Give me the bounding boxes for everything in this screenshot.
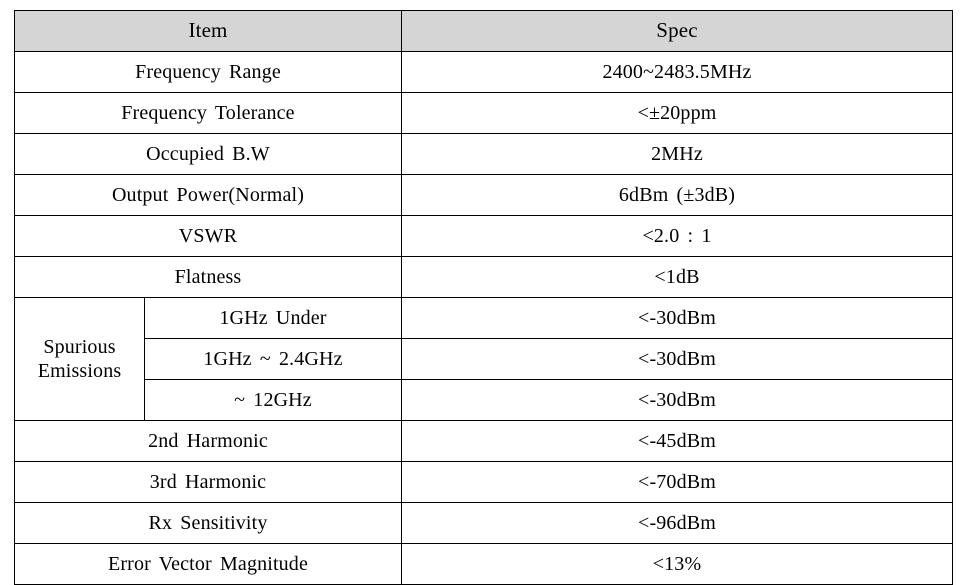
column-header-item: Item <box>14 10 402 52</box>
item-label: Flatness <box>14 256 402 298</box>
group-label-spurious-emissions: Spurious Emissions <box>14 297 145 421</box>
spec-value: <-45dBm <box>401 420 953 462</box>
item-label: Occupied B.W <box>14 133 402 175</box>
table-row: Flatness <1dB <box>14 256 953 298</box>
spec-value: <-30dBm <box>401 379 953 421</box>
spec-value: 6dBm (±3dB) <box>401 174 953 216</box>
spec-value: 2400~2483.5MHz <box>401 51 953 93</box>
table-row: VSWR <2.0 : 1 <box>14 215 953 257</box>
item-label: Output Power(Normal) <box>14 174 402 216</box>
spec-value: <2.0 : 1 <box>401 215 953 257</box>
table-row: Frequency Tolerance <±20ppm <box>14 92 953 134</box>
table-row: Error Vector Magnitude <13% <box>14 543 953 585</box>
item-label: 1GHz ~ 2.4GHz <box>144 338 402 380</box>
table-row: Output Power(Normal) 6dBm (±3dB) <box>14 174 953 216</box>
item-label: 2nd Harmonic <box>14 420 402 462</box>
spec-value: <1dB <box>401 256 953 298</box>
item-label: Error Vector Magnitude <box>14 543 402 585</box>
table-row: Occupied B.W 2MHz <box>14 133 953 175</box>
table-row: 2nd Harmonic <-45dBm <box>14 420 953 462</box>
item-label: Frequency Tolerance <box>14 92 402 134</box>
table-row: Spurious Emissions 1GHz Under <-30dBm <box>14 297 953 421</box>
table-row: ~ 12GHz <-30dBm <box>15 379 953 421</box>
rf-specification-table: Item Spec Frequency Range 2400~2483.5MHz… <box>14 10 953 585</box>
spec-table-container: Item Spec Frequency Range 2400~2483.5MHz… <box>14 10 953 585</box>
table-row: Rx Sensitivity <-96dBm <box>14 502 953 544</box>
item-label: 1GHz Under <box>144 297 402 339</box>
spec-value: <±20ppm <box>401 92 953 134</box>
table-header: Item Spec <box>14 10 953 52</box>
table-row: 1GHz ~ 2.4GHz <-30dBm <box>15 338 953 380</box>
item-label: 3rd Harmonic <box>14 461 402 503</box>
spec-value: 2MHz <box>401 133 953 175</box>
item-label: VSWR <box>14 215 402 257</box>
header-row: Item Spec <box>14 10 953 52</box>
spec-value: <-70dBm <box>401 461 953 503</box>
item-label: Rx Sensitivity <box>14 502 402 544</box>
table-row: 3rd Harmonic <-70dBm <box>14 461 953 503</box>
table-body: Frequency Range 2400~2483.5MHz Frequency… <box>14 51 953 585</box>
item-label: Frequency Range <box>14 51 402 93</box>
table-row: Frequency Range 2400~2483.5MHz <box>14 51 953 93</box>
spec-value: <-96dBm <box>401 502 953 544</box>
spec-value: <-30dBm <box>401 338 953 380</box>
column-header-spec: Spec <box>401 10 953 52</box>
spec-value: <13% <box>401 543 953 585</box>
spec-value: <-30dBm <box>401 297 953 339</box>
item-label: ~ 12GHz <box>144 379 402 421</box>
